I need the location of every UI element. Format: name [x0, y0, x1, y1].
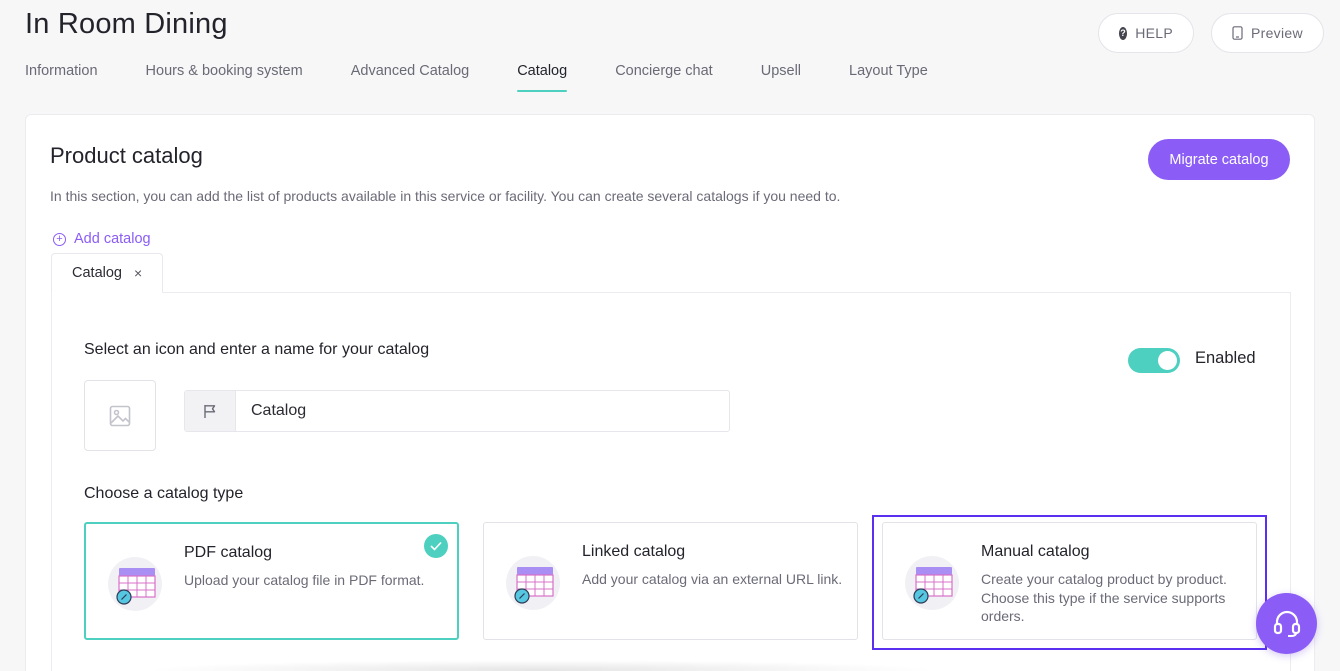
tab-concierge-chat[interactable]: Concierge chat: [615, 63, 713, 91]
tab-hours-booking[interactable]: Hours & booking system: [146, 63, 303, 91]
image-icon: [109, 405, 131, 426]
migrate-catalog-button[interactable]: Migrate catalog: [1148, 139, 1290, 180]
tab-information[interactable]: Information: [25, 63, 98, 91]
flag-icon: [204, 404, 216, 418]
pdf-catalog-description: Upload your catalog file in PDF format.: [184, 572, 425, 588]
tab-bar: Information Hours & booking system Advan…: [25, 63, 976, 92]
preview-label: Preview: [1251, 25, 1303, 41]
scroll-shadow: [140, 660, 940, 671]
pdf-catalog-card[interactable]: PDF catalog Upload your catalog file in …: [84, 522, 459, 640]
check-icon: [424, 534, 448, 558]
linked-catalog-title: Linked catalog: [582, 543, 686, 560]
catalog-type-heading: Choose a catalog type: [84, 485, 244, 502]
manual-catalog-description: Create your catalog product by product. …: [981, 571, 1227, 624]
phone-icon: [1232, 26, 1243, 40]
tab-advanced-catalog[interactable]: Advanced Catalog: [351, 63, 470, 91]
support-chat-button[interactable]: [1256, 593, 1317, 654]
question-circle-icon: ?: [1119, 26, 1128, 40]
linked-catalog-description: Add your catalog via an external URL lin…: [582, 571, 843, 587]
catalog-tab-label: Catalog: [72, 265, 122, 281]
preview-button[interactable]: Preview: [1211, 13, 1324, 53]
section-title: Product catalog: [50, 143, 203, 168]
section-description: In this section, you can add the list of…: [50, 188, 841, 204]
table-link-icon: [108, 557, 162, 611]
table-link-icon: [905, 556, 959, 610]
page-title: In Room Dining: [25, 8, 228, 40]
catalog-tab[interactable]: Catalog ×: [51, 253, 163, 293]
catalog-name-field: [184, 390, 730, 432]
manual-catalog-card[interactable]: Manual catalog Create your catalog produ…: [882, 522, 1257, 640]
catalog-name-input[interactable]: [236, 391, 729, 431]
add-catalog-link[interactable]: + Add catalog: [53, 231, 151, 247]
add-catalog-label: Add catalog: [74, 231, 151, 247]
icon-name-heading: Select an icon and enter a name for your…: [84, 341, 430, 358]
flag-addon[interactable]: [185, 391, 236, 431]
close-icon[interactable]: ×: [134, 265, 142, 281]
help-button[interactable]: ? HELP: [1098, 13, 1194, 53]
tab-catalog[interactable]: Catalog: [517, 63, 567, 92]
headset-icon: [1273, 610, 1300, 637]
icon-picker[interactable]: [84, 380, 156, 451]
plus-circle-icon: +: [53, 232, 66, 246]
toggle-knob: [1158, 351, 1177, 370]
pdf-catalog-title: PDF catalog: [184, 544, 273, 561]
tab-upsell[interactable]: Upsell: [761, 63, 801, 91]
table-link-icon: [506, 556, 560, 610]
enabled-label: Enabled: [1195, 349, 1256, 367]
tab-layout-type[interactable]: Layout Type: [849, 63, 928, 91]
linked-catalog-card[interactable]: Linked catalog Add your catalog via an e…: [483, 522, 858, 640]
help-label: HELP: [1135, 25, 1173, 41]
enabled-toggle[interactable]: [1128, 348, 1180, 373]
manual-catalog-title: Manual catalog: [981, 543, 1090, 560]
